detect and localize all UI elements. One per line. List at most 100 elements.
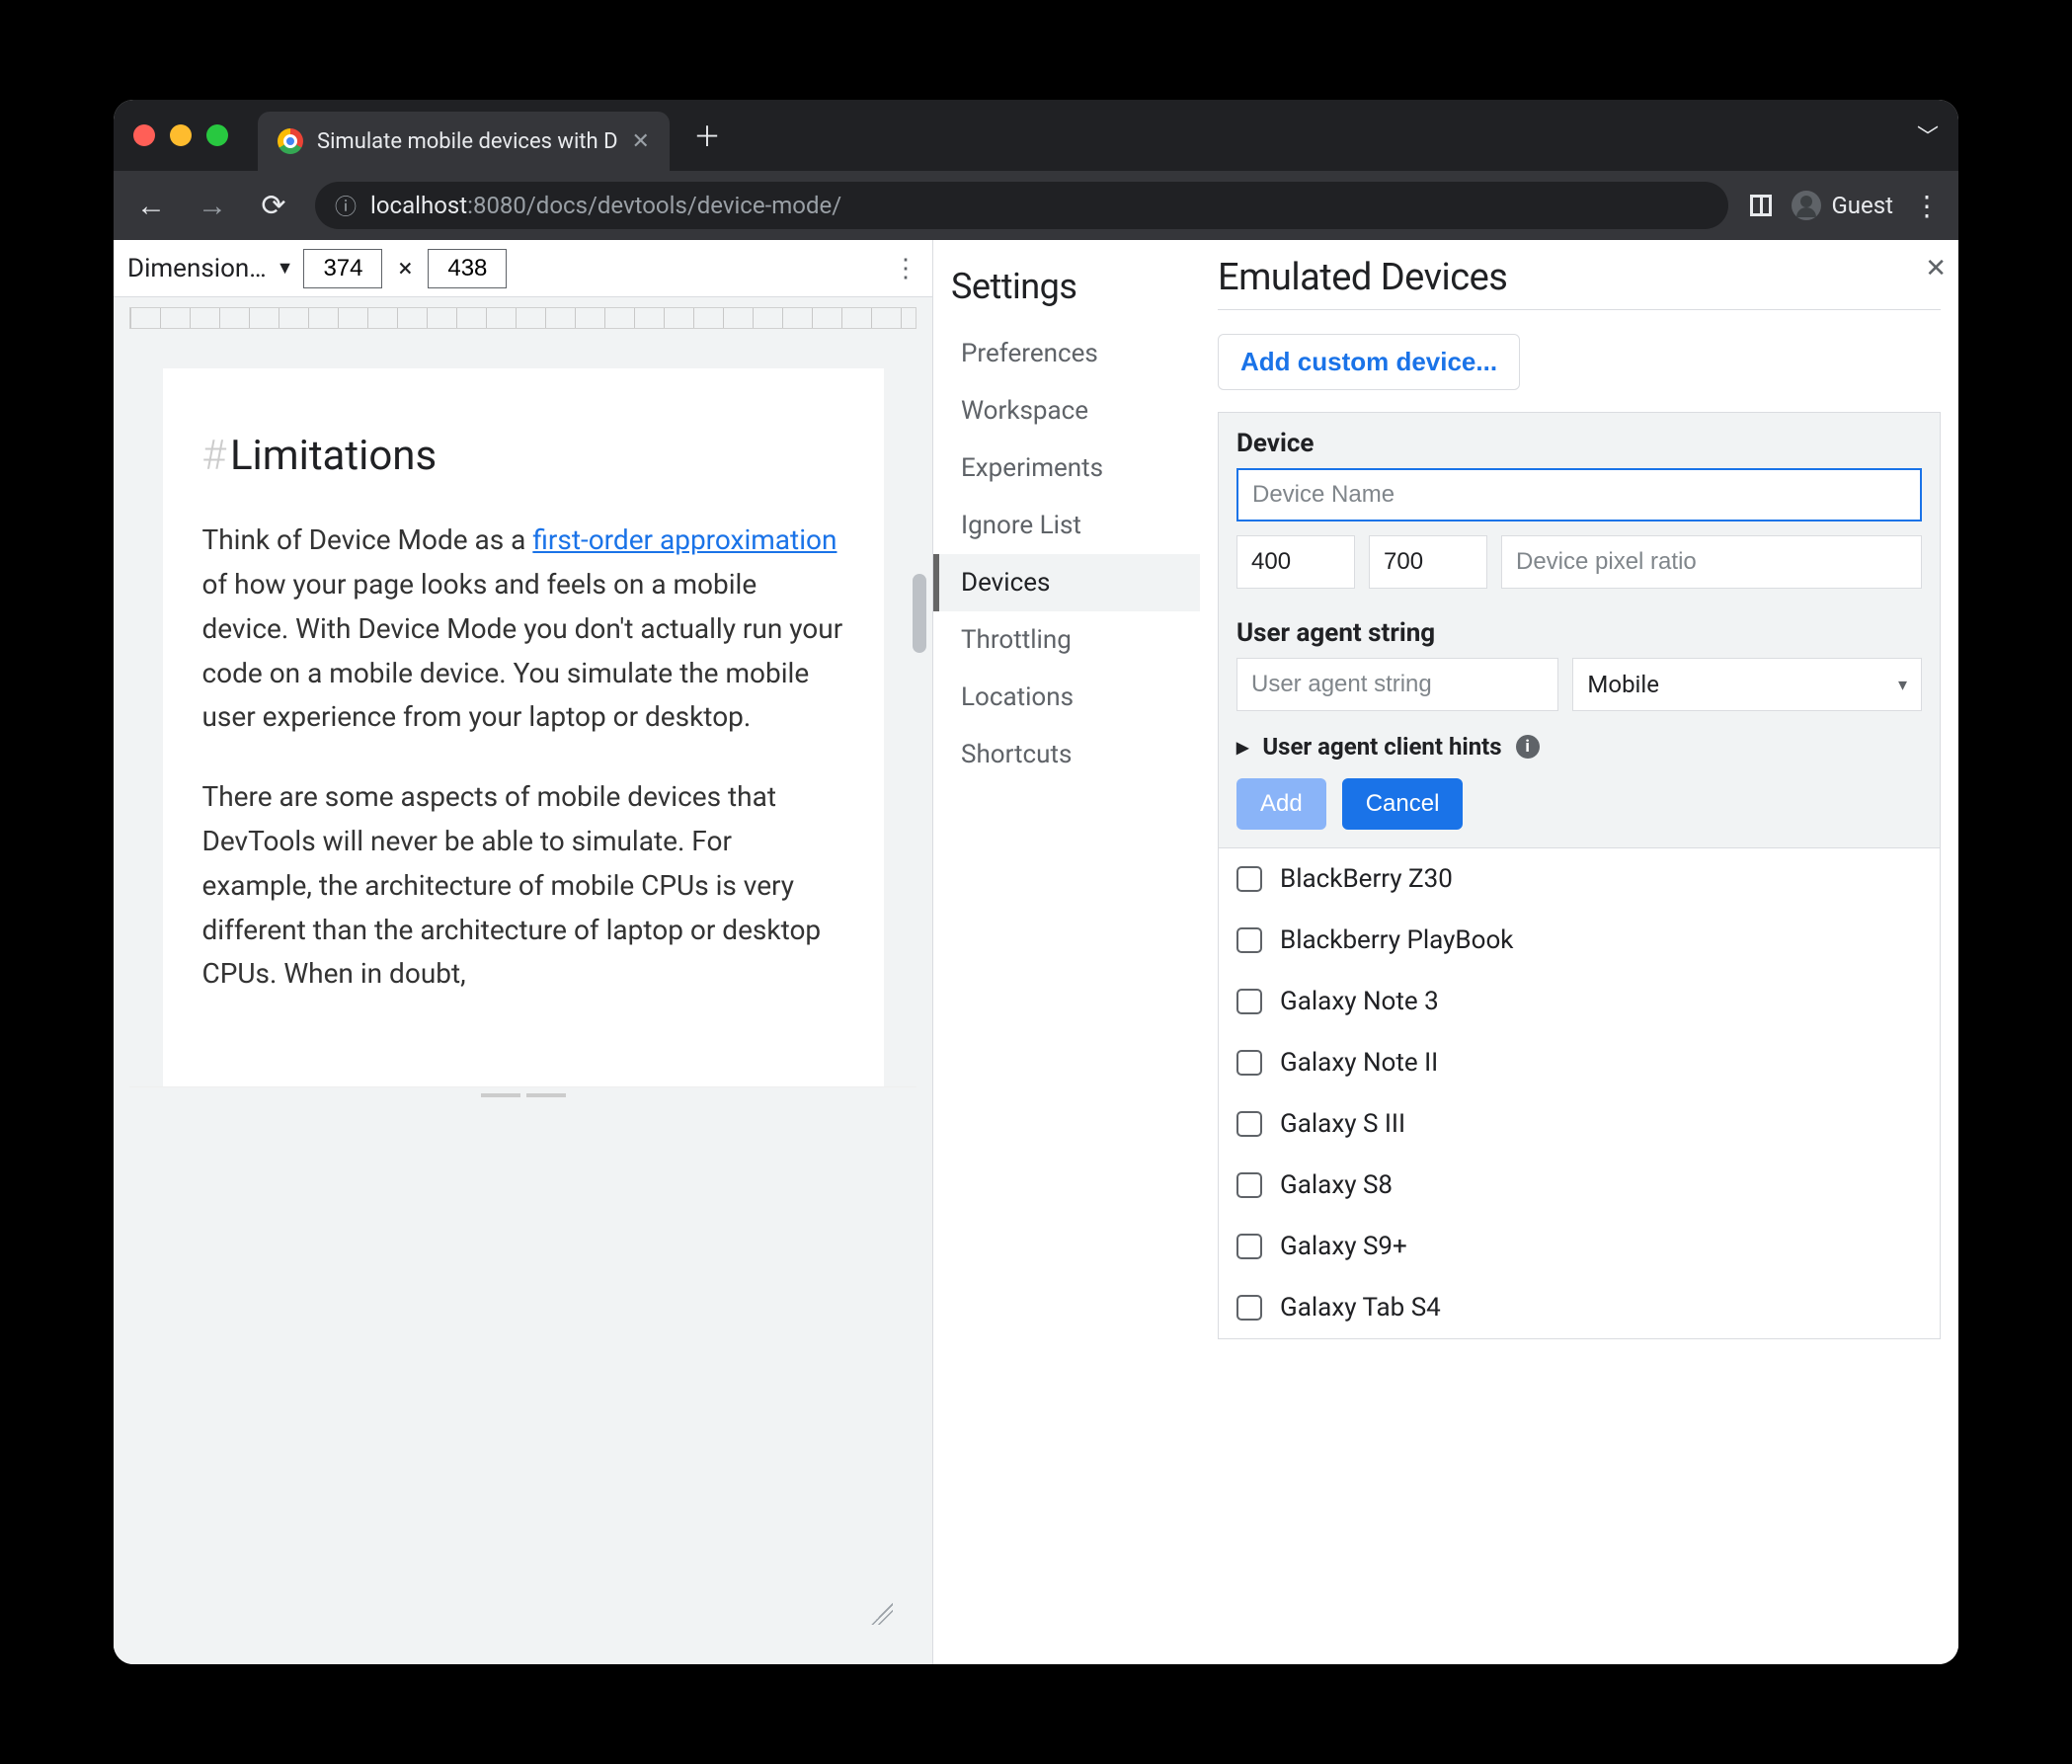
dimension-separator: × [398, 254, 412, 283]
settings-nav-item-ignore-list[interactable]: Ignore List [951, 497, 1200, 554]
device-list-item[interactable]: Blackberry PlayBook [1219, 910, 1940, 971]
settings-nav-item-workspace[interactable]: Workspace [951, 382, 1200, 440]
viewport: #Limitations Think of Device Mode as a f… [114, 297, 932, 1664]
divider [1218, 309, 1941, 310]
device-list-label: Galaxy S III [1280, 1109, 1405, 1139]
panel-toggle-icon[interactable] [1750, 195, 1772, 216]
browser-toolbar: ← → ⟳ ⓘ localhost:8080/docs/devtools/dev… [114, 171, 1958, 240]
ua-section-label: User agent string [1219, 602, 1940, 658]
tab-title: Simulate mobile devices with D [317, 129, 618, 154]
frame-resize-handle[interactable] [129, 1086, 916, 1103]
device-height-input[interactable] [1369, 535, 1487, 589]
browser-menu-button[interactable]: ⋮ [1913, 190, 1941, 222]
content-area: Dimension… ▼ × ⋮ #Limitations Think of D… [114, 240, 1958, 1664]
dimensions-dropdown[interactable]: Dimension… [127, 254, 267, 283]
device-list-label: Blackberry PlayBook [1280, 925, 1513, 955]
info-icon[interactable]: i [1516, 735, 1540, 759]
page-paragraph-2: There are some aspects of mobile devices… [202, 775, 844, 997]
settings-title: Settings [951, 266, 1200, 307]
checkbox[interactable] [1236, 1050, 1262, 1076]
profile-button[interactable]: Guest [1792, 191, 1893, 220]
maximize-window-button[interactable] [206, 124, 228, 146]
scrollbar[interactable] [913, 574, 926, 653]
devtools-settings: Settings PreferencesWorkspaceExperiments… [933, 240, 1958, 1664]
checkbox[interactable] [1236, 866, 1262, 892]
page-paragraph-1: Think of Device Mode as a first-order ap… [202, 519, 844, 740]
device-name-input[interactable] [1236, 468, 1922, 521]
chevron-down-icon[interactable]: ▼ [277, 258, 294, 279]
device-width-input[interactable] [1236, 535, 1355, 589]
emulated-page: #Limitations Think of Device Mode as a f… [163, 368, 884, 1086]
ua-type-select[interactable]: Mobile ▾ [1572, 658, 1922, 711]
chevron-down-icon: ▾ [1898, 675, 1907, 695]
checkbox[interactable] [1236, 1172, 1262, 1198]
url-text: localhost:8080/docs/devtools/device-mode… [370, 192, 841, 219]
ruler [129, 307, 916, 329]
client-hints-toggle[interactable]: ▶ User agent client hints i [1219, 725, 1940, 778]
device-mode-pane: Dimension… ▼ × ⋮ #Limitations Think of D… [114, 240, 933, 1664]
device-list-item[interactable]: Galaxy S8 [1219, 1155, 1940, 1216]
settings-nav-item-preferences[interactable]: Preferences [951, 325, 1200, 382]
toolbar-right: Guest ⋮ [1750, 190, 1941, 222]
minimize-window-button[interactable] [170, 124, 192, 146]
page-heading: #Limitations [202, 423, 844, 489]
device-pixel-ratio-input[interactable] [1501, 535, 1922, 589]
checkbox[interactable] [1236, 927, 1262, 953]
first-order-link[interactable]: first-order approximation [532, 523, 837, 556]
forward-button[interactable]: → [193, 189, 232, 223]
device-list-label: BlackBerry Z30 [1280, 864, 1453, 894]
checkbox[interactable] [1236, 1111, 1262, 1137]
close-settings-button[interactable]: ✕ [1925, 254, 1947, 283]
back-button[interactable]: ← [131, 189, 171, 223]
checkbox[interactable] [1236, 1295, 1262, 1321]
browser-window: Simulate mobile devices with D ✕ ＋ ﹀ ← →… [114, 100, 1958, 1664]
device-list-label: Galaxy S8 [1280, 1170, 1393, 1200]
device-section-label: Device [1219, 413, 1940, 468]
browser-tab[interactable]: Simulate mobile devices with D ✕ [258, 112, 670, 171]
settings-sidebar: Settings PreferencesWorkspaceExperiments… [933, 240, 1200, 1664]
user-agent-input[interactable] [1236, 658, 1558, 711]
device-list-item[interactable]: Galaxy S III [1219, 1093, 1940, 1155]
reload-button[interactable]: ⟳ [254, 189, 293, 223]
add-button[interactable]: Add [1236, 778, 1326, 830]
new-tab-button[interactable]: ＋ [693, 116, 721, 155]
avatar-icon [1792, 191, 1821, 220]
close-tab-icon[interactable]: ✕ [632, 129, 650, 154]
settings-main: ✕ Emulated Devices Add custom device... … [1200, 240, 1958, 1664]
cancel-button[interactable]: Cancel [1342, 778, 1464, 830]
device-list-item[interactable]: Galaxy Note II [1219, 1032, 1940, 1093]
device-list-item[interactable]: BlackBerry Z30 [1219, 848, 1940, 910]
emulated-devices-title: Emulated Devices [1218, 256, 1941, 299]
chrome-icon [278, 128, 303, 154]
window-controls [133, 124, 228, 146]
settings-nav: PreferencesWorkspaceExperimentsIgnore Li… [951, 325, 1200, 783]
device-list-label: Galaxy Tab S4 [1280, 1293, 1441, 1323]
settings-nav-item-locations[interactable]: Locations [951, 669, 1200, 726]
site-info-icon[interactable]: ⓘ [335, 190, 357, 221]
device-form: Device User agent string Mobile [1218, 412, 1941, 847]
settings-nav-item-experiments[interactable]: Experiments [951, 440, 1200, 497]
device-list-item[interactable]: Galaxy Tab S4 [1219, 1277, 1940, 1338]
device-list-item[interactable]: Galaxy Note 3 [1219, 971, 1940, 1032]
device-toolbar: Dimension… ▼ × ⋮ [114, 240, 932, 297]
viewport-height-input[interactable] [428, 249, 507, 288]
settings-nav-item-throttling[interactable]: Throttling [951, 611, 1200, 669]
device-list-item[interactable]: Galaxy S9+ [1219, 1216, 1940, 1277]
profile-label: Guest [1831, 192, 1893, 219]
device-toolbar-menu[interactable]: ⋮ [893, 254, 918, 283]
device-list-label: Galaxy Note II [1280, 1048, 1438, 1078]
close-window-button[interactable] [133, 124, 155, 146]
titlebar: Simulate mobile devices with D ✕ ＋ ﹀ [114, 100, 1958, 171]
device-list-label: Galaxy Note 3 [1280, 987, 1439, 1016]
device-list: BlackBerry Z30 Blackberry PlayBook Galaxy … [1218, 847, 1941, 1339]
settings-nav-item-shortcuts[interactable]: Shortcuts [951, 726, 1200, 783]
tab-overflow-icon[interactable]: ﹀ [1917, 120, 1939, 151]
checkbox[interactable] [1236, 1234, 1262, 1259]
viewport-width-input[interactable] [303, 249, 382, 288]
device-list-label: Galaxy S9+ [1280, 1232, 1407, 1261]
address-bar[interactable]: ⓘ localhost:8080/docs/devtools/device-mo… [315, 182, 1728, 229]
checkbox[interactable] [1236, 989, 1262, 1014]
settings-nav-item-devices[interactable]: Devices [933, 554, 1200, 611]
add-custom-device-button[interactable]: Add custom device... [1218, 334, 1520, 390]
resize-corner-icon[interactable] [871, 1603, 893, 1625]
